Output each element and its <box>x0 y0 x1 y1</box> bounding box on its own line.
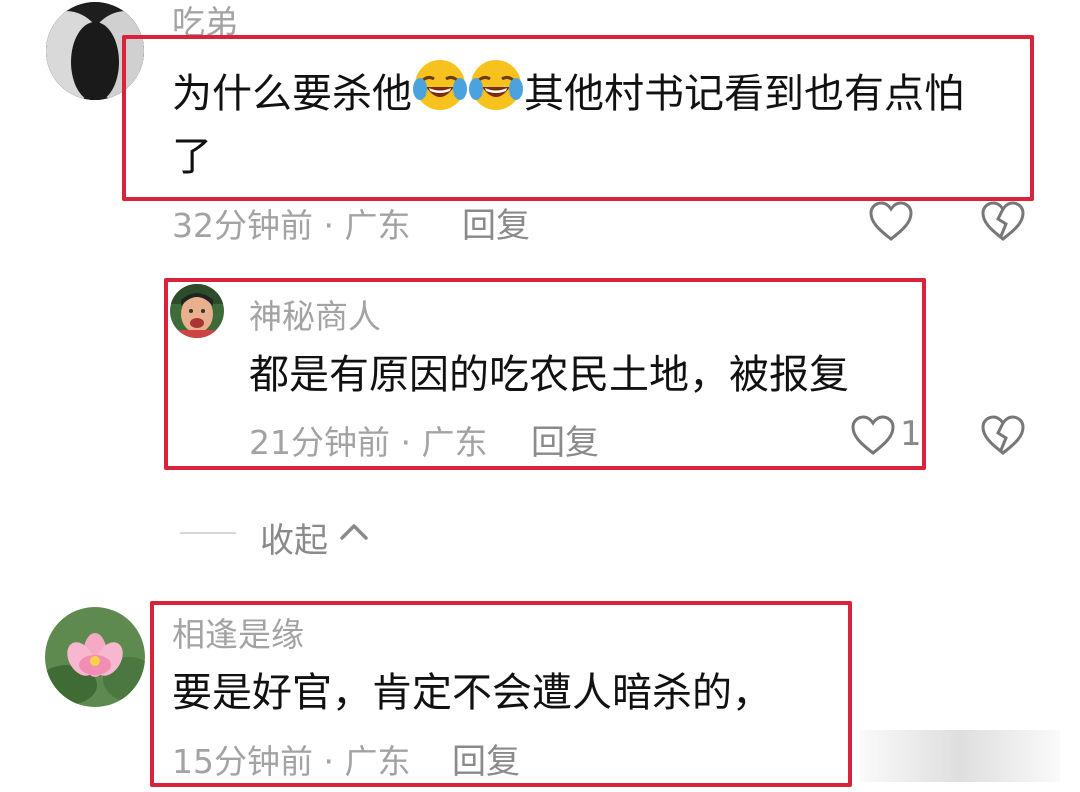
avatar-image <box>45 607 145 707</box>
avatar[interactable] <box>45 607 145 707</box>
collapse-label[interactable]: 收起 <box>260 513 328 562</box>
highlight-box <box>150 601 852 787</box>
comment-time-location: 32分钟前 · 广东 <box>172 206 411 245</box>
chevron-up-icon[interactable] <box>338 518 370 548</box>
divider-line <box>180 532 236 534</box>
reply-button[interactable]: 回复 <box>462 198 530 247</box>
highlight-box <box>164 278 926 470</box>
blurred-icons-area <box>860 730 1060 782</box>
dislike-broken-heart-icon[interactable] <box>980 200 1026 246</box>
like-heart-icon[interactable] <box>868 200 914 246</box>
highlight-box <box>122 35 1034 201</box>
dislike-broken-heart-icon[interactable] <box>980 414 1026 460</box>
